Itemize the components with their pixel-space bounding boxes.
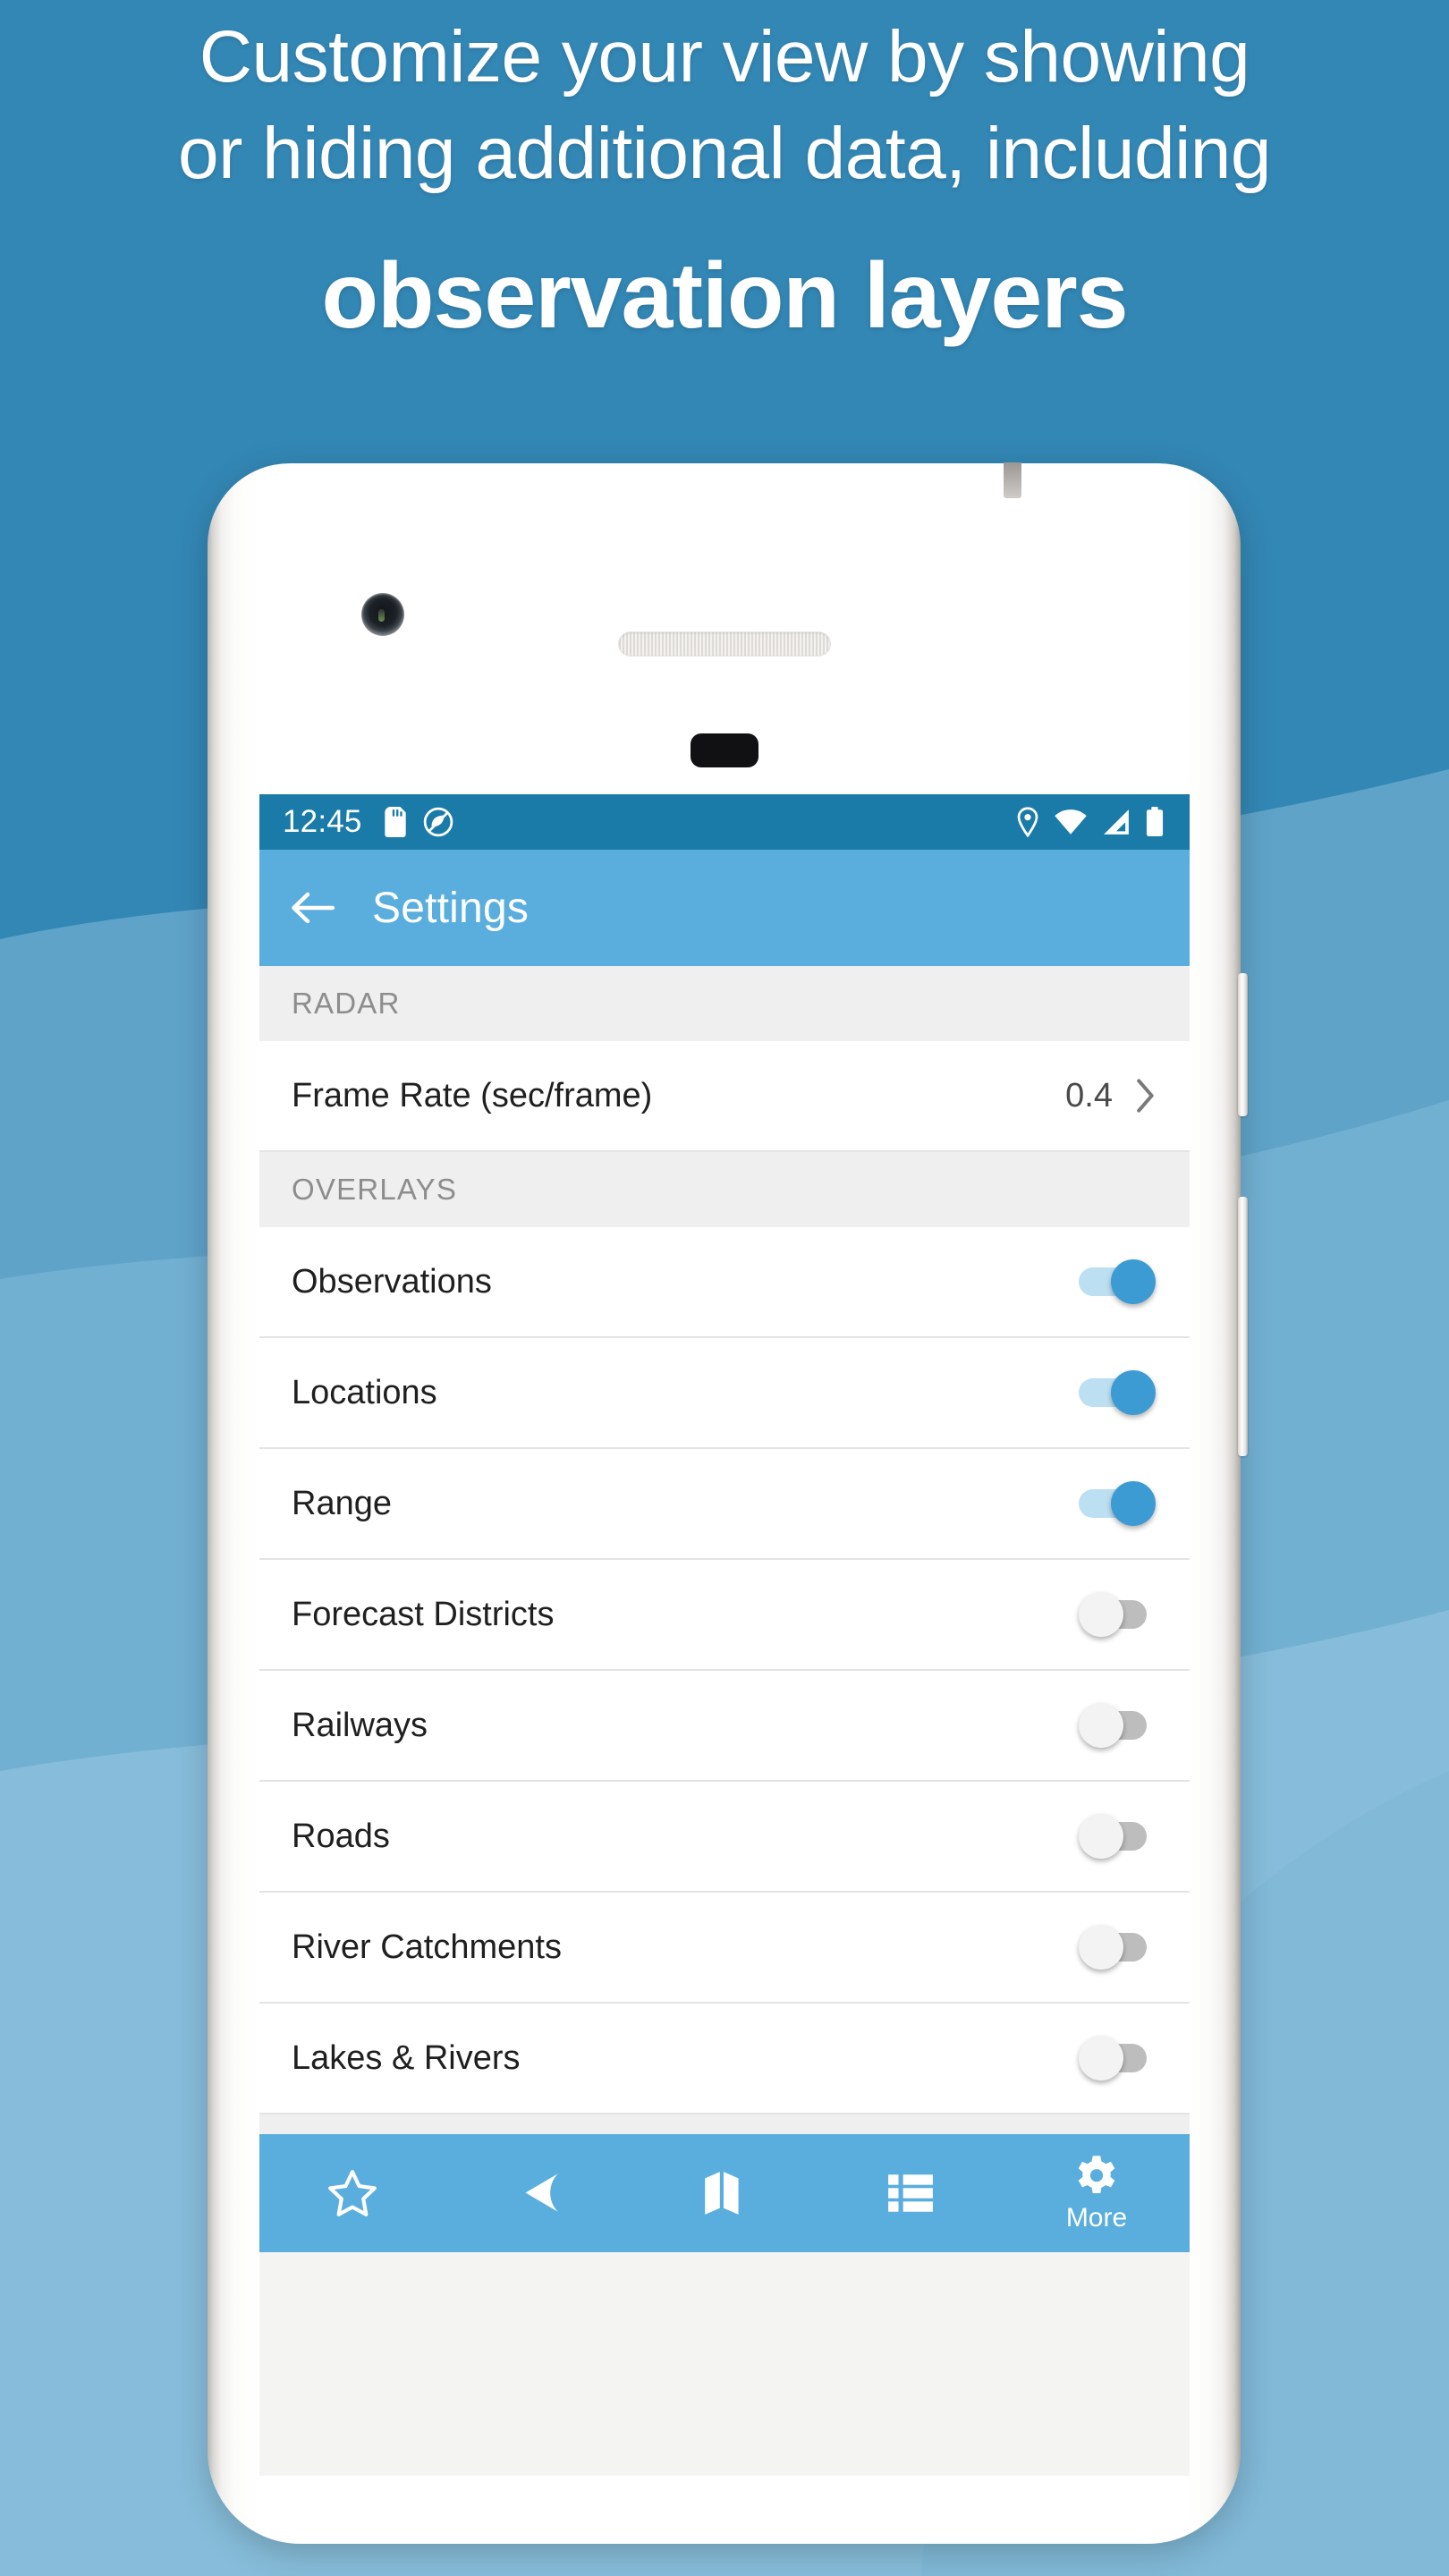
location-pin-icon <box>1017 807 1038 837</box>
phone-screen: 12:45 Settings RADAR Frame Rate (sec/fra… <box>259 794 1190 2252</box>
status-bar: 12:45 <box>259 794 1190 850</box>
navigation-arrow-icon <box>525 2174 558 2212</box>
toggle-lakes-rivers[interactable] <box>1079 2036 1156 2080</box>
section-header-overlays: OVERLAYS <box>259 1152 1190 1227</box>
row-accessory <box>1079 1703 1157 1748</box>
front-sensor <box>690 733 758 767</box>
toggle-thumb <box>1079 1814 1123 1859</box>
toggle-locations[interactable] <box>1079 1370 1156 1415</box>
bottom-navigation-bar: More <box>259 2134 1190 2252</box>
row-frame-rate[interactable]: Frame Rate (sec/frame) 0.4 <box>259 1041 1190 1152</box>
row-label: Range <box>292 1484 392 1522</box>
camera-icon <box>361 593 404 636</box>
row-railways[interactable]: Railways <box>259 1671 1190 1782</box>
toggle-thumb <box>1079 1703 1123 1748</box>
battery-icon <box>1146 807 1164 836</box>
row-label: Railways <box>292 1706 428 1744</box>
toggle-roads[interactable] <box>1079 1814 1156 1859</box>
row-label: River Catchments <box>292 1928 562 1966</box>
status-icons-right <box>1016 807 1165 837</box>
nav-item-location[interactable] <box>445 2134 631 2252</box>
row-accessory: 0.4 <box>1065 1077 1157 1115</box>
gear-icon <box>1078 2156 1115 2193</box>
nav-item-map[interactable] <box>631 2134 818 2252</box>
toggle-railways[interactable] <box>1079 1703 1156 1748</box>
toggle-thumb <box>1079 1925 1123 1970</box>
row-label: Forecast Districts <box>292 1595 555 1633</box>
row-roads[interactable]: Roads <box>259 1782 1190 1893</box>
row-label: Roads <box>292 1817 390 1855</box>
list-bottom-spacer <box>259 2114 1190 2134</box>
row-label: Frame Rate (sec/frame) <box>292 1076 653 1114</box>
app-logo-icon <box>423 807 453 837</box>
toggle-forecast-districts[interactable] <box>1079 1592 1156 1637</box>
headline-line-2: or hiding additional data, including <box>177 113 1272 194</box>
power-button[interactable] <box>1238 973 1248 1116</box>
frame-rate-value: 0.4 <box>1065 1076 1113 1114</box>
row-range[interactable]: Range <box>259 1449 1190 1560</box>
nav-item-more-label: More <box>1065 2203 1128 2233</box>
sd-card-icon <box>384 807 406 837</box>
headline-line-1: Customize your view by showing <box>199 16 1250 97</box>
status-icons-left <box>384 807 453 837</box>
chevron-right-icon[interactable] <box>1134 1078 1157 1114</box>
phone-bottom-chin <box>259 2252 1190 2476</box>
toggle-thumb <box>1111 1481 1156 1526</box>
wifi-icon <box>1055 809 1087 835</box>
nav-item-favourites[interactable] <box>259 2134 445 2252</box>
row-label: Locations <box>292 1373 437 1411</box>
row-accessory <box>1079 1925 1157 1970</box>
volume-button[interactable] <box>1238 1197 1248 1456</box>
row-accessory <box>1079 2036 1157 2080</box>
page-title: Settings <box>372 884 530 932</box>
toggle-thumb <box>1079 2036 1123 2080</box>
row-label: Observations <box>292 1262 492 1301</box>
headline-block: Customize your view by showing or hiding… <box>0 0 1449 352</box>
phone-mockup: 12:45 Settings RADAR Frame Rate (sec/fra… <box>208 462 1248 2544</box>
list-icon <box>888 2174 933 2212</box>
back-arrow-icon[interactable] <box>290 889 336 927</box>
section-header-radar: RADAR <box>259 966 1190 1041</box>
row-accessory <box>1079 1481 1157 1526</box>
row-accessory <box>1079 1592 1157 1637</box>
earpiece-speaker <box>617 631 831 657</box>
row-label: Lakes & Rivers <box>292 2038 521 2077</box>
cell-signal-icon <box>1104 809 1129 835</box>
nav-item-more[interactable]: More <box>1004 2134 1190 2252</box>
antenna-band <box>1004 462 1021 498</box>
toggle-thumb <box>1111 1370 1156 1415</box>
row-observations[interactable]: Observations <box>259 1227 1190 1338</box>
toggle-thumb <box>1079 1592 1123 1637</box>
star-outline-icon <box>328 2170 377 2216</box>
toggle-range[interactable] <box>1079 1481 1156 1526</box>
settings-list: RADAR Frame Rate (sec/frame) 0.4 OVERLAY… <box>259 966 1190 2252</box>
row-accessory <box>1079 1370 1157 1415</box>
row-lakes-rivers[interactable]: Lakes & Rivers <box>259 2004 1190 2114</box>
nav-item-list[interactable] <box>818 2134 1004 2252</box>
app-bar: Settings <box>259 850 1190 966</box>
toggle-river-catchments[interactable] <box>1079 1925 1156 1970</box>
toggle-thumb <box>1111 1259 1156 1304</box>
toggle-observations[interactable] <box>1079 1259 1156 1304</box>
row-locations[interactable]: Locations <box>259 1338 1190 1449</box>
row-forecast-districts[interactable]: Forecast Districts <box>259 1560 1190 1671</box>
row-river-catchments[interactable]: River Catchments <box>259 1893 1190 2004</box>
row-accessory <box>1079 1259 1157 1304</box>
map-icon <box>705 2172 739 2215</box>
row-accessory <box>1079 1814 1157 1859</box>
status-clock: 12:45 <box>283 804 362 839</box>
headline-emphasis: observation layers <box>321 244 1128 348</box>
